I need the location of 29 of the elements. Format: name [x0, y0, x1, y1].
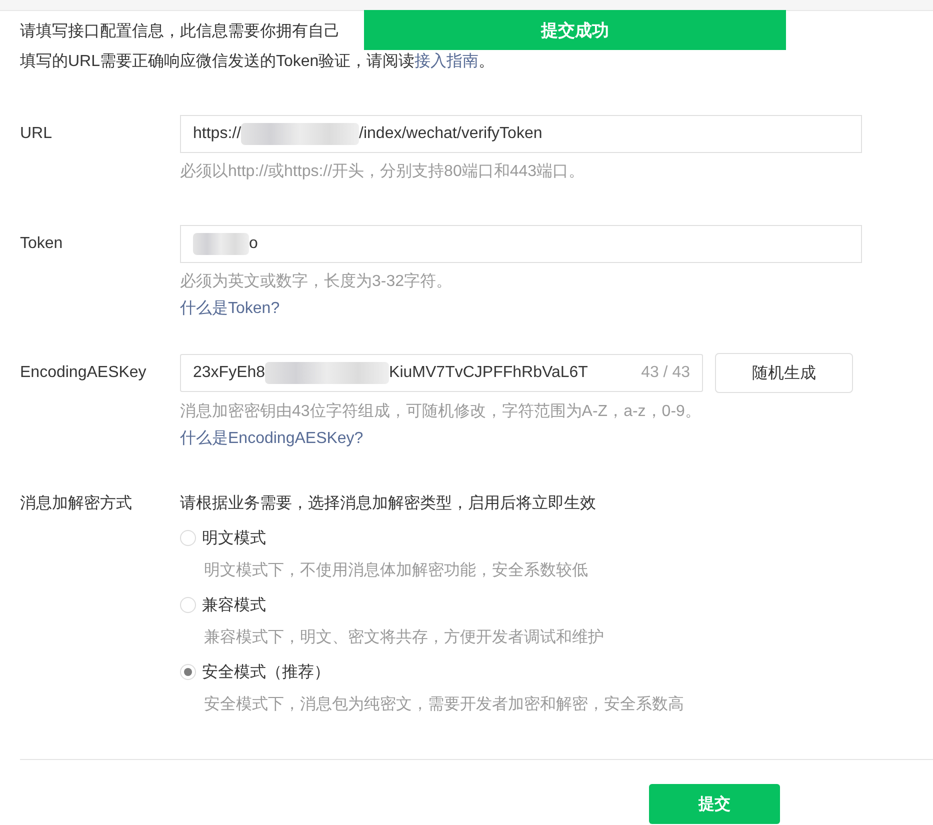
token-field[interactable]: o [180, 225, 862, 263]
option-label[interactable]: 明文模式 [202, 528, 266, 548]
field-label: 消息加解密方式 [20, 494, 133, 514]
help-link[interactable]: 什么是Token? [180, 298, 280, 320]
aes-key-field[interactable]: 23xFyEh8 KiuMV7TvCJPFFhRbVaL6T 43 / 43 [180, 354, 703, 392]
intro-text: 填写的URL需要正确响应微信发送的Token验证，请阅读接入指南。 [20, 52, 495, 72]
option-label[interactable]: 安全模式（推荐） [202, 662, 330, 682]
option-label[interactable]: 兼容模式 [202, 594, 266, 616]
radio-button[interactable] [180, 664, 196, 680]
hint-text: 必须为英文或数字，长度为3-32字符。 [180, 272, 452, 292]
url-field[interactable]: https:// /index/wechat/verifyToken [180, 115, 862, 153]
description-text: 请根据业务需要，选择消息加解密类型，启用后将立即生效 [180, 494, 596, 514]
radio-button[interactable] [180, 530, 196, 546]
redaction-blur [193, 233, 249, 255]
generate-button[interactable]: 随机生成 [715, 353, 853, 393]
field-label: Token [20, 234, 64, 254]
guide-link[interactable]: 接入指南 [414, 53, 479, 70]
option-note: 明文模式下，不使用消息体加解密功能，安全系数较低 [204, 560, 588, 581]
success-toast: 提交成功 [364, 10, 786, 50]
radio-button[interactable] [180, 597, 196, 613]
hint-text: 必须以http://或https://开头，分别支持80端口和443端口。 [180, 162, 585, 182]
option-note: 安全模式下，消息包为纯密文，需要开发者加密和解密，安全系数高 [204, 694, 684, 715]
hint-text: 消息加密密钥由43位字符组成，可随机修改，字符范围为A-Z，a-z，0-9。 [180, 402, 701, 422]
option-note: 兼容模式下，明文、密文将共存，方便开发者调试和维护 [204, 628, 604, 648]
char-counter: 43 / 43 [640, 364, 690, 382]
field-label: EncodingAESKey [20, 363, 148, 383]
intro-text: 请填写接口配置信息，此信息需要你拥有自己 [20, 22, 340, 42]
field-label: URL [20, 124, 54, 144]
help-link[interactable]: 什么是EncodingAESKey? [180, 428, 364, 450]
